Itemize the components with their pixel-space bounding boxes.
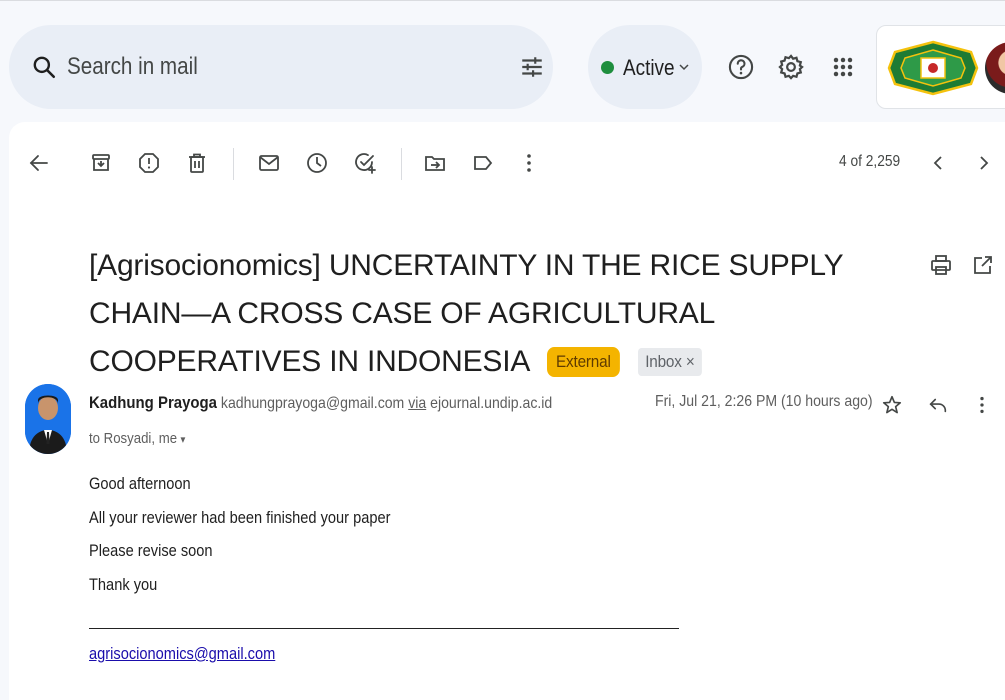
remove-label-icon[interactable]: ×: [685, 352, 694, 371]
signature-divider: [89, 628, 679, 629]
body-line: Thank you: [89, 575, 158, 594]
move-to-icon[interactable]: [423, 151, 447, 175]
toolbar-divider: [401, 148, 402, 180]
status-selector[interactable]: Active: [588, 25, 702, 109]
pagination-count: 4 of 2,259: [839, 153, 901, 170]
search-bar[interactable]: Search in mail: [9, 25, 553, 109]
chevron-down-icon: [679, 64, 689, 71]
newer-icon[interactable]: [927, 151, 951, 175]
account-switcher[interactable]: [876, 25, 1005, 109]
inbox-label-text: Inbox: [644, 352, 682, 371]
archive-icon[interactable]: [89, 151, 113, 175]
search-icon[interactable]: [31, 54, 57, 80]
open-in-new-window-icon[interactable]: [971, 253, 995, 277]
status-dot: [601, 61, 614, 74]
external-label: External: [546, 347, 620, 377]
organization-logo: [887, 40, 979, 96]
toolbar-divider: [233, 148, 234, 180]
print-icon[interactable]: [929, 253, 953, 277]
signature-email-link[interactable]: agrisocionomics@gmail.com: [89, 644, 275, 664]
older-icon[interactable]: [971, 151, 995, 175]
email-subject: [Agrisocionomics] UNCERTAINTY IN THE RIC…: [89, 242, 919, 386]
star-icon[interactable]: [881, 394, 903, 416]
snooze-icon[interactable]: [305, 151, 329, 175]
mail-view: 4 of 2,259 [Agrisocionomics] UNCERTAINTY…: [9, 122, 1005, 700]
back-icon[interactable]: [27, 151, 51, 175]
help-icon[interactable]: [727, 53, 755, 81]
status-label: Active: [623, 55, 675, 80]
via-link[interactable]: via: [408, 395, 426, 412]
recipients: to Rosyadi, me: [89, 430, 178, 447]
sender-name[interactable]: Kadhung Prayoga: [89, 393, 217, 412]
settings-icon[interactable]: [777, 53, 805, 81]
sender-avatar[interactable]: [25, 384, 71, 454]
top-bar: Search in mail Active: [0, 0, 1005, 122]
sender-info: Kadhung Prayoga kadhungprayoga@gmail.com…: [89, 393, 552, 413]
mark-unread-icon[interactable]: [257, 151, 281, 175]
show-details-icon[interactable]: ▾: [181, 434, 186, 446]
recipients-toggle[interactable]: to Rosyadi, me ▾: [89, 430, 185, 447]
body-line: All your reviewer had been finished your…: [89, 508, 391, 527]
email-date: Fri, Jul 21, 2:26 PM (10 hours ago): [655, 393, 873, 410]
label-icon[interactable]: [471, 151, 495, 175]
inbox-label[interactable]: Inbox ×: [637, 348, 702, 376]
message-more-icon[interactable]: [971, 394, 993, 416]
add-to-tasks-icon[interactable]: [353, 151, 377, 175]
subject-text: [Agrisocionomics] UNCERTAINTY IN THE RIC…: [89, 249, 843, 378]
apps-icon[interactable]: [829, 53, 857, 81]
sender-email: kadhungprayoga@gmail.com: [220, 395, 405, 412]
avatar[interactable]: [985, 42, 1005, 94]
body-line: Good afternoon: [89, 474, 191, 493]
report-spam-icon[interactable]: [137, 151, 161, 175]
more-icon[interactable]: [517, 151, 541, 175]
search-options-icon[interactable]: [519, 54, 545, 80]
reply-icon[interactable]: [927, 394, 949, 416]
search-input[interactable]: Search in mail: [67, 53, 198, 81]
delete-icon[interactable]: [185, 151, 209, 175]
body-line: Please revise soon: [89, 541, 213, 560]
via-domain: ejournal.undip.ac.id: [430, 395, 553, 412]
